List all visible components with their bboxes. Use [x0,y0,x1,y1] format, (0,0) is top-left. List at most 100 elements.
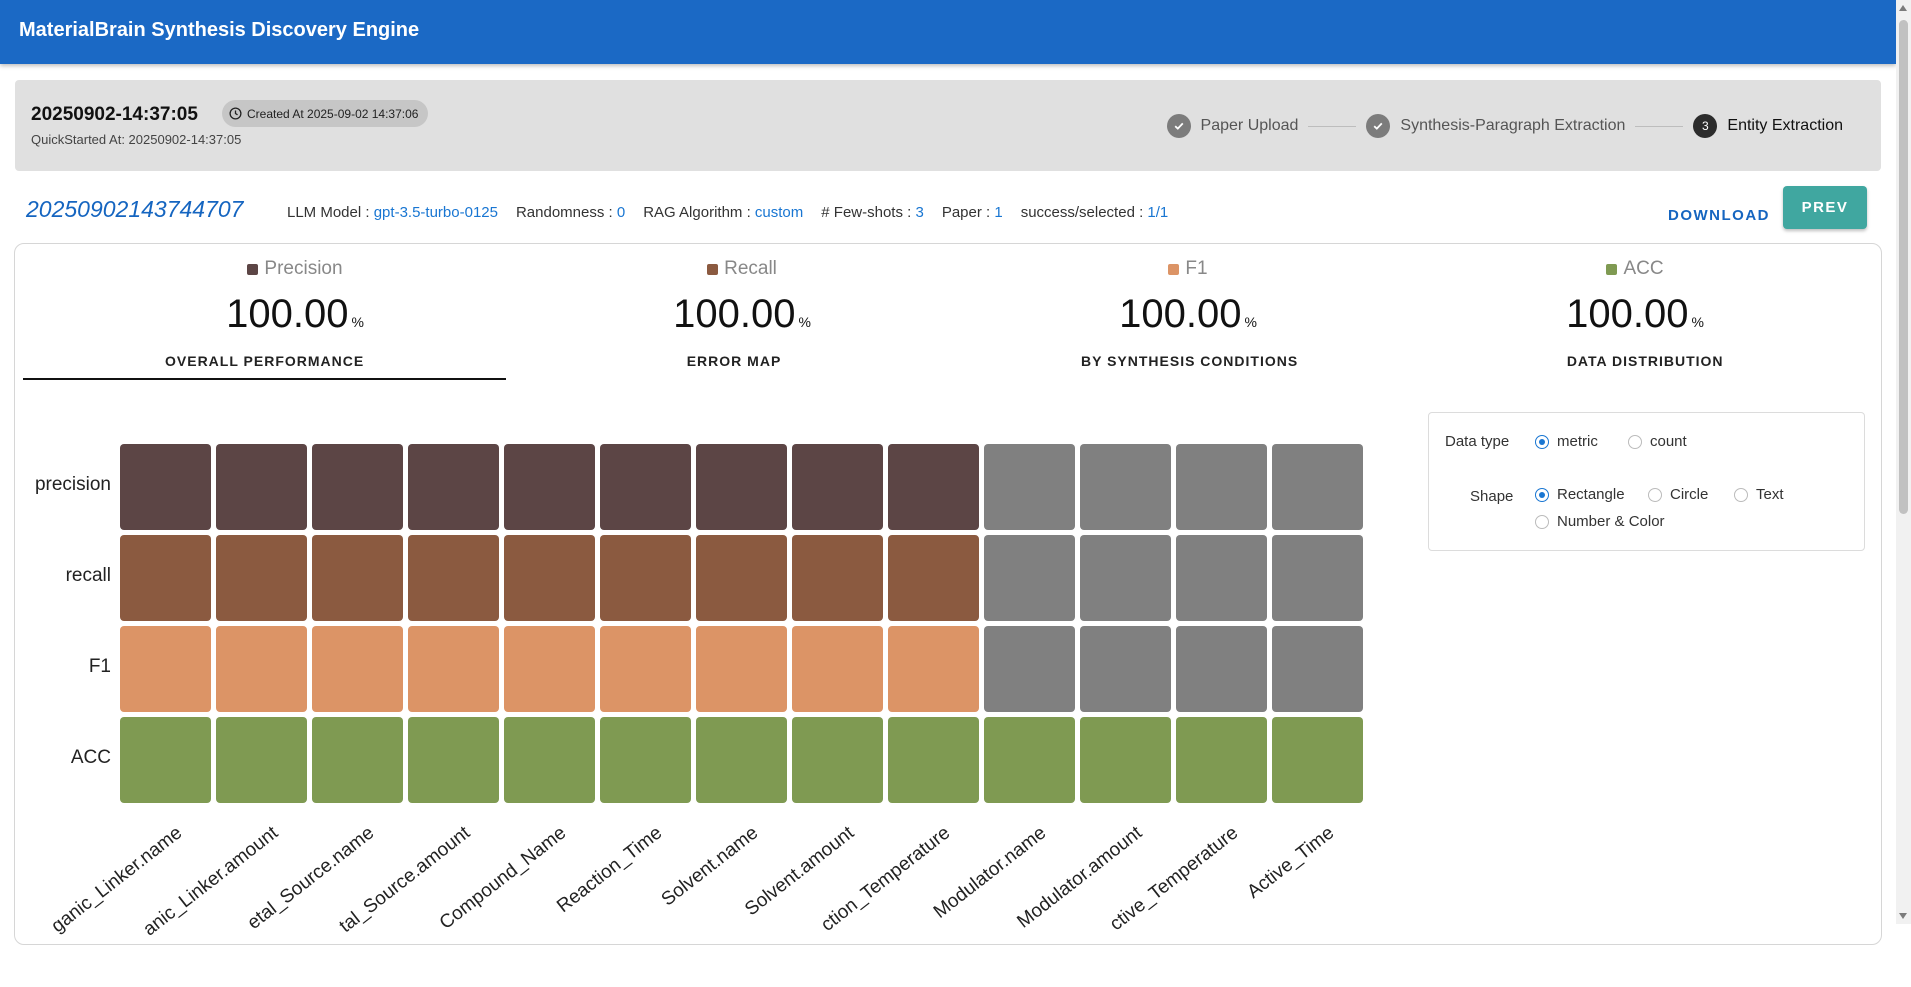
heatmap-cell[interactable] [1080,626,1171,712]
heatmap-column-label: Modulator.name [929,822,1051,923]
page-scrollbar[interactable] [1896,0,1911,924]
radio-data-type-count[interactable]: count [1628,433,1687,450]
meta-label: LLM Model : [287,204,374,221]
heatmap-cell[interactable] [600,444,691,530]
meta-label: # Few-shots : [821,204,916,221]
heatmap-cell[interactable] [1176,535,1267,621]
scrollbar-thumb[interactable] [1899,20,1908,514]
tab-by-synthesis-conditions[interactable]: BY SYNTHESIS CONDITIONS [962,344,1418,380]
heatmap-cell[interactable] [120,535,211,621]
heatmap-cell[interactable] [504,444,595,530]
heatmap-cell[interactable] [408,717,499,803]
metric-name: Precision [264,258,343,279]
metric-label: Recall [532,258,952,280]
results-tabs: OVERALL PERFORMANCE ERROR MAP BY SYNTHES… [23,344,1873,380]
heatmap-cell[interactable] [1176,444,1267,530]
experiment-id: 20250902143744707 [26,196,244,222]
heatmap-column-label: ctive_Temperature [1106,822,1243,936]
heatmap-cell[interactable] [984,444,1075,530]
heatmap-cell[interactable] [792,626,883,712]
meta-value: 3 [915,204,924,221]
heatmap-cell[interactable] [600,626,691,712]
heatmap-cell[interactable] [408,535,499,621]
heatmap-cell[interactable] [1176,626,1267,712]
heatmap-cell[interactable] [216,535,307,621]
heatmap-cell[interactable] [216,626,307,712]
heatmap-cell[interactable] [696,535,787,621]
heatmap-cell[interactable] [888,444,979,530]
radio-shape-rectangle[interactable]: Rectangle [1535,486,1625,503]
heatmap-cell[interactable] [312,444,403,530]
heatmap-cell[interactable] [504,717,595,803]
meta-few-shots: # Few-shots : 3 [821,204,924,221]
heatmap-cell[interactable] [984,535,1075,621]
heatmap-cell[interactable] [1080,444,1171,530]
heatmap-cell[interactable] [408,626,499,712]
heatmap-cell[interactable] [792,535,883,621]
heatmap-column-label: Modulator.amount [1013,822,1147,933]
scroll-down-icon[interactable] [1899,913,1907,919]
check-icon [1366,114,1391,138]
heatmap-cell[interactable] [504,535,595,621]
heatmap-cell[interactable] [216,444,307,530]
heatmap-cell[interactable] [504,626,595,712]
heatmap-cell[interactable] [888,626,979,712]
radio-shape-number-color[interactable]: Number & Color [1535,513,1665,530]
meta-value: 1 [994,204,1003,221]
heatmap-cell[interactable] [600,535,691,621]
heatmap-cell[interactable] [792,717,883,803]
heatmap-cell[interactable] [312,626,403,712]
scroll-up-icon[interactable] [1899,5,1907,11]
check-icon [1166,114,1191,138]
prev-button[interactable]: PREV [1783,186,1867,229]
heatmap-cell[interactable] [408,444,499,530]
tab-overall-performance[interactable]: OVERALL PERFORMANCE [23,344,507,380]
heatmap-cell[interactable] [120,626,211,712]
heatmap-cell[interactable] [1080,717,1171,803]
heatmap-cell[interactable] [312,535,403,621]
heatmap-cell[interactable] [696,444,787,530]
radio-shape-text[interactable]: Text [1734,486,1784,503]
heatmap-cell[interactable] [120,717,211,803]
radio-label: Number & Color [1557,513,1665,530]
heatmap-cell[interactable] [696,626,787,712]
heatmap-cell[interactable] [600,717,691,803]
metric-value: 100.00% [85,292,505,337]
heatmap-cell[interactable] [1272,717,1363,803]
radio-label: count [1650,433,1687,450]
heatmap-cell[interactable] [216,717,307,803]
step-paper-upload[interactable]: Paper Upload [1166,114,1298,138]
experiment-meta: LLM Model : gpt-3.5-turbo-0125 Randomnes… [287,204,1168,221]
heatmap-cell[interactable] [1176,717,1267,803]
download-button[interactable]: DOWNLOAD [1643,194,1795,236]
tab-data-distribution[interactable]: DATA DISTRIBUTION [1417,344,1873,380]
radio-data-type-metric[interactable]: metric [1535,433,1598,450]
step-entity-extraction[interactable]: 3 Entity Extraction [1693,114,1843,138]
heatmap-cell[interactable] [792,444,883,530]
display-options-panel: Data type metric count Shape Rectangle C… [1428,412,1865,551]
heatmap-cell[interactable] [696,717,787,803]
progress-stepper: Paper Upload Synthesis-Paragraph Extract… [1166,114,1843,138]
step-synthesis-paragraph-extraction[interactable]: Synthesis-Paragraph Extraction [1366,114,1625,138]
heatmap-cell[interactable] [312,717,403,803]
metric-unit: % [798,314,811,330]
heatmap-column-label: etal_Source.name [243,822,379,934]
clock-icon [229,107,242,120]
heatmap-row-label: ACC [70,747,111,768]
heatmap-cell[interactable] [1272,444,1363,530]
created-at-text: Created At 2025-09-02 14:37:06 [247,106,419,121]
heatmap-cell[interactable] [984,717,1075,803]
radio-shape-circle[interactable]: Circle [1648,486,1708,503]
heatmap-cell[interactable] [888,535,979,621]
heatmap-cell[interactable] [888,717,979,803]
heatmap-cell[interactable] [984,626,1075,712]
tab-error-map[interactable]: ERROR MAP [506,344,962,380]
metric-label: ACC [1425,258,1845,280]
metric-number: 100.00 [226,292,349,336]
meta-success-selected: success/selected : 1/1 [1021,204,1169,221]
step-connector [1635,125,1684,127]
heatmap-cell[interactable] [1272,626,1363,712]
heatmap-cell[interactable] [1272,535,1363,621]
heatmap-cell[interactable] [120,444,211,530]
heatmap-cell[interactable] [1080,535,1171,621]
